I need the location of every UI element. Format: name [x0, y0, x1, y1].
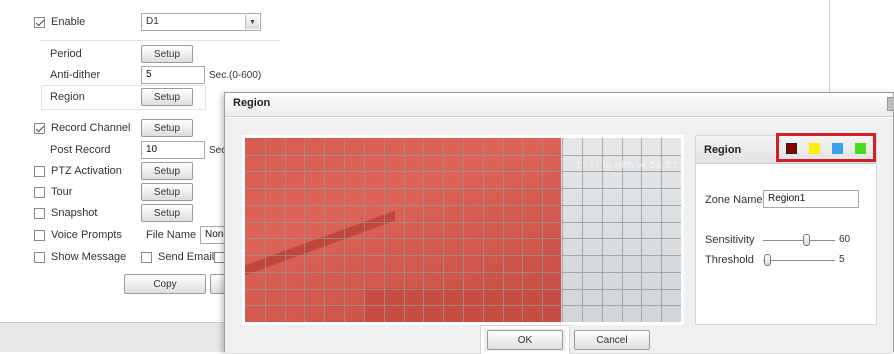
send-email-checkbox[interactable]: [141, 251, 152, 263]
video-timestamp: 1 i i i lg altn i4 58 21: [575, 160, 679, 171]
chevron-down-icon[interactable]: ▼: [245, 15, 259, 29]
threshold-slider-thumb[interactable]: [763, 254, 771, 266]
region-side-panel: Region Zone Name Region1 Sensitivity 60 …: [695, 133, 877, 325]
swatch-dark-red[interactable]: [786, 143, 797, 154]
ok-button[interactable]: OK: [487, 330, 563, 350]
footer-strip: [0, 322, 230, 352]
region-setup-button[interactable]: Setup: [141, 88, 193, 106]
region-label: Region: [50, 91, 85, 103]
swatch-blue[interactable]: [832, 143, 843, 154]
tour-row: Tour: [34, 183, 72, 201]
tour-setup-button[interactable]: Setup: [141, 183, 193, 201]
swatch-yellow[interactable]: [809, 143, 820, 154]
period-row: Period: [50, 45, 82, 63]
enable-row: Enable: [34, 13, 85, 31]
close-icon[interactable]: [887, 97, 894, 111]
ptz-activation-checkbox[interactable]: [34, 165, 45, 177]
ptz-activation-row: PTZ Activation: [34, 162, 122, 180]
side-panel-title: Region: [704, 144, 742, 156]
anti-dither-input[interactable]: 5: [141, 66, 205, 84]
send-email-row: Send Email: [141, 248, 214, 266]
snapshot-checkbox[interactable]: [34, 207, 45, 219]
post-record-row: Post Record: [50, 141, 111, 159]
copy-button[interactable]: Copy: [124, 274, 206, 294]
snapshot-label: Snapshot: [51, 207, 98, 219]
tour-checkbox[interactable]: [34, 186, 45, 198]
sensitivity-value: 60: [839, 234, 851, 245]
snapshot-setup-button[interactable]: Setup: [141, 204, 193, 222]
threshold-label: Threshold: [705, 254, 754, 266]
swatch-green[interactable]: [855, 143, 866, 154]
post-record-input[interactable]: 10: [141, 141, 205, 159]
zone-name-input[interactable]: Region1: [763, 190, 859, 208]
zone-name-label: Zone Name: [705, 194, 763, 206]
region-dialog: Region 1 i i i lg altn i4 58 21 Region Z…: [224, 92, 894, 354]
channel-select-value: D1: [146, 16, 159, 27]
side-panel-header: Region: [696, 133, 876, 164]
sensitivity-label: Sensitivity: [705, 234, 755, 246]
send-email-label: Send Email: [158, 251, 215, 263]
period-setup-button[interactable]: Setup: [141, 45, 193, 63]
voice-prompts-row: Voice Prompts: [34, 226, 122, 244]
cancel-button[interactable]: Cancel: [574, 330, 650, 350]
period-label: Period: [50, 48, 82, 60]
enable-label: Enable: [51, 16, 86, 28]
enable-checkbox[interactable]: [34, 16, 45, 28]
sensitivity-slider-thumb[interactable]: [803, 234, 811, 246]
show-message-row: Show Message: [34, 248, 126, 266]
ptz-activation-label: PTZ Activation: [51, 165, 122, 177]
dialog-body: 1 i i i lg altn i4 58 21 Region Zone Nam…: [225, 118, 893, 354]
record-channel-row: Record Channel: [34, 119, 131, 137]
show-message-checkbox[interactable]: [34, 251, 45, 263]
file-name-label: File Name: [146, 229, 197, 241]
anti-dither-label: Anti-dither: [50, 69, 101, 81]
ptz-setup-button[interactable]: Setup: [141, 162, 193, 180]
voice-prompts-checkbox[interactable]: [34, 229, 45, 241]
post-record-label: Post Record: [50, 144, 111, 156]
anti-dither-unit-row: Sec.(0-600): [209, 66, 261, 84]
anti-dither-row: Anti-dither: [50, 66, 100, 84]
record-channel-label: Record Channel: [51, 122, 131, 134]
file-name-row: File Name: [146, 226, 196, 244]
divider: [40, 40, 280, 41]
show-message-label: Show Message: [51, 251, 127, 263]
threshold-value: 5: [839, 254, 845, 265]
panel-divider: [829, 0, 830, 95]
region-row: Region: [50, 88, 85, 106]
dialog-title: Region: [225, 93, 893, 117]
record-channel-setup-button[interactable]: Setup: [141, 119, 193, 137]
voice-prompts-label: Voice Prompts: [51, 229, 122, 241]
tour-label: Tour: [51, 186, 73, 198]
channel-select[interactable]: D1 ▼: [141, 13, 261, 31]
video-frame: 1 i i i lg altn i4 58 21: [242, 135, 684, 325]
snapshot-row: Snapshot: [34, 204, 97, 222]
sensitivity-slider-track[interactable]: [763, 240, 835, 241]
record-channel-checkbox[interactable]: [34, 122, 45, 134]
threshold-slider-track[interactable]: [763, 260, 835, 261]
camera-preview[interactable]: 1 i i i lg altn i4 58 21: [245, 138, 681, 322]
anti-dither-unit: Sec.(0-600): [209, 69, 262, 81]
